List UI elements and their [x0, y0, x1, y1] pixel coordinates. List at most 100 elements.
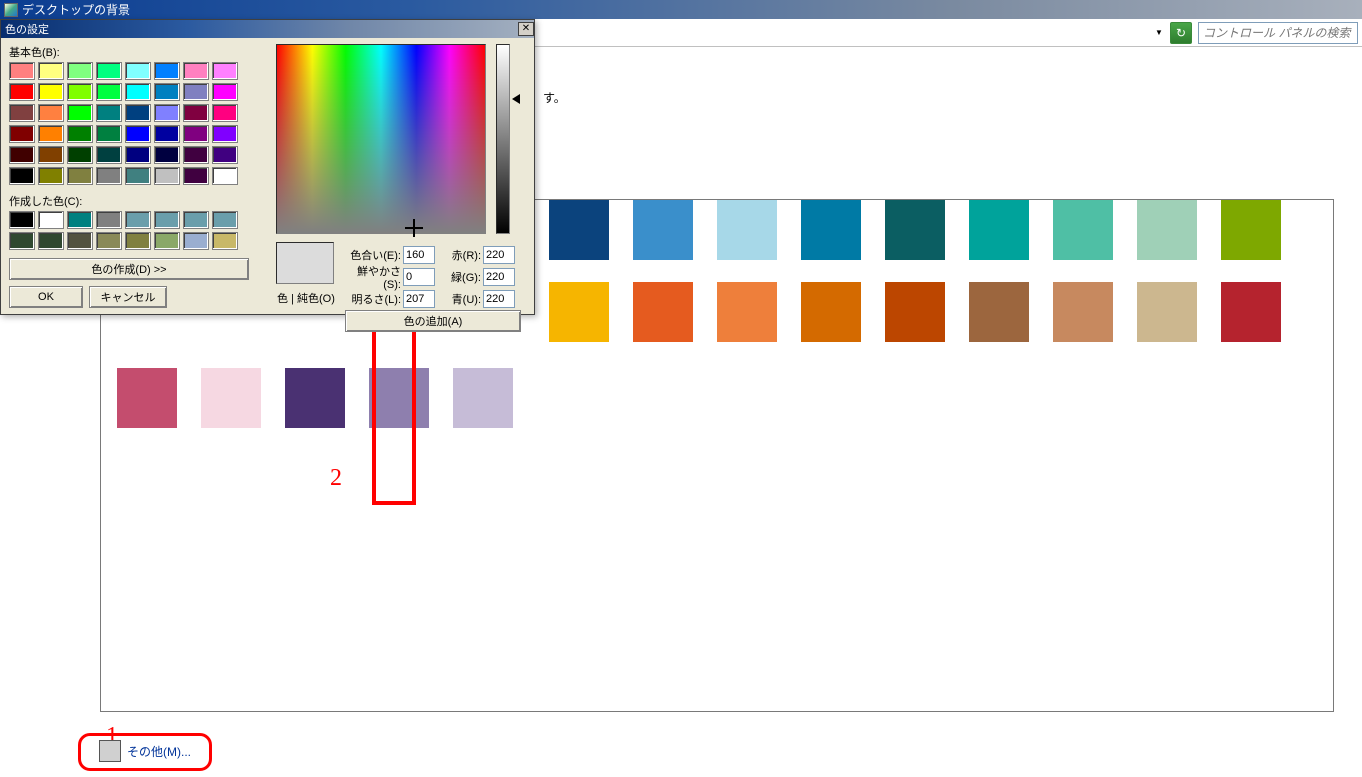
- basic-color-swatch[interactable]: [96, 104, 122, 122]
- custom-color-swatch[interactable]: [96, 232, 122, 250]
- basic-color-swatch[interactable]: [96, 83, 122, 101]
- custom-color-swatch[interactable]: [183, 232, 209, 250]
- custom-color-swatch[interactable]: [125, 232, 151, 250]
- palette-swatch[interactable]: [285, 368, 345, 428]
- basic-color-swatch[interactable]: [67, 62, 93, 80]
- basic-color-swatch[interactable]: [183, 62, 209, 80]
- lum-input[interactable]: [403, 290, 435, 308]
- basic-color-swatch[interactable]: [67, 146, 93, 164]
- custom-color-swatch[interactable]: [9, 211, 35, 229]
- basic-color-swatch[interactable]: [9, 125, 35, 143]
- luminance-slider[interactable]: [496, 44, 510, 234]
- close-button[interactable]: ✕: [518, 22, 534, 36]
- basic-color-swatch[interactable]: [125, 125, 151, 143]
- sat-input[interactable]: [403, 268, 435, 286]
- blue-input[interactable]: [483, 290, 515, 308]
- palette-swatch[interactable]: [801, 282, 861, 342]
- basic-color-swatch[interactable]: [9, 104, 35, 122]
- basic-color-swatch[interactable]: [96, 167, 122, 185]
- palette-swatch[interactable]: [117, 368, 177, 428]
- basic-color-swatch[interactable]: [9, 62, 35, 80]
- palette-swatch[interactable]: [453, 368, 513, 428]
- custom-color-swatch[interactable]: [38, 211, 64, 229]
- basic-color-swatch[interactable]: [125, 167, 151, 185]
- basic-color-swatch[interactable]: [183, 167, 209, 185]
- palette-swatch[interactable]: [969, 200, 1029, 260]
- hue-input[interactable]: [403, 246, 435, 264]
- custom-color-swatch[interactable]: [96, 211, 122, 229]
- basic-color-swatch[interactable]: [125, 146, 151, 164]
- basic-color-swatch[interactable]: [154, 146, 180, 164]
- palette-swatch[interactable]: [1221, 282, 1281, 342]
- add-color-button[interactable]: 色の追加(A): [345, 310, 521, 332]
- palette-swatch[interactable]: [1053, 200, 1113, 260]
- basic-color-swatch[interactable]: [212, 83, 238, 101]
- basic-color-swatch[interactable]: [154, 83, 180, 101]
- basic-color-swatch[interactable]: [38, 104, 64, 122]
- basic-color-swatch[interactable]: [183, 125, 209, 143]
- basic-color-swatch[interactable]: [38, 146, 64, 164]
- basic-color-swatch[interactable]: [67, 83, 93, 101]
- basic-color-swatch[interactable]: [125, 104, 151, 122]
- custom-color-swatch[interactable]: [67, 211, 93, 229]
- basic-color-swatch[interactable]: [154, 62, 180, 80]
- palette-swatch[interactable]: [1053, 282, 1113, 342]
- ok-button[interactable]: OK: [9, 286, 83, 308]
- palette-swatch[interactable]: [717, 282, 777, 342]
- basic-color-swatch[interactable]: [183, 104, 209, 122]
- palette-swatch[interactable]: [369, 368, 429, 428]
- custom-color-swatch[interactable]: [154, 211, 180, 229]
- palette-swatch[interactable]: [633, 282, 693, 342]
- basic-color-swatch[interactable]: [183, 83, 209, 101]
- basic-color-swatch[interactable]: [38, 125, 64, 143]
- basic-color-swatch[interactable]: [96, 125, 122, 143]
- basic-color-swatch[interactable]: [154, 104, 180, 122]
- search-input[interactable]: [1198, 22, 1358, 44]
- palette-swatch[interactable]: [885, 282, 945, 342]
- basic-color-swatch[interactable]: [212, 125, 238, 143]
- red-input[interactable]: [483, 246, 515, 264]
- basic-color-swatch[interactable]: [9, 167, 35, 185]
- basic-color-swatch[interactable]: [125, 83, 151, 101]
- basic-color-swatch[interactable]: [212, 167, 238, 185]
- luminance-arrow-icon[interactable]: [512, 94, 520, 104]
- palette-swatch[interactable]: [549, 200, 609, 260]
- basic-color-swatch[interactable]: [38, 167, 64, 185]
- define-colors-button[interactable]: 色の作成(D) >>: [9, 258, 249, 280]
- basic-color-swatch[interactable]: [212, 62, 238, 80]
- palette-swatch[interactable]: [801, 200, 861, 260]
- custom-color-swatch[interactable]: [67, 232, 93, 250]
- basic-color-swatch[interactable]: [212, 104, 238, 122]
- custom-color-swatch[interactable]: [212, 232, 238, 250]
- palette-swatch[interactable]: [1221, 200, 1281, 260]
- other-color-button[interactable]: その他(M)...: [78, 733, 212, 771]
- basic-color-swatch[interactable]: [212, 146, 238, 164]
- basic-color-swatch[interactable]: [67, 125, 93, 143]
- basic-color-swatch[interactable]: [96, 146, 122, 164]
- palette-swatch[interactable]: [201, 368, 261, 428]
- palette-swatch[interactable]: [969, 282, 1029, 342]
- basic-color-swatch[interactable]: [9, 146, 35, 164]
- custom-color-swatch[interactable]: [154, 232, 180, 250]
- basic-color-swatch[interactable]: [154, 167, 180, 185]
- basic-color-swatch[interactable]: [38, 83, 64, 101]
- color-gradient[interactable]: [276, 44, 486, 234]
- cancel-button[interactable]: キャンセル: [89, 286, 167, 308]
- custom-color-swatch[interactable]: [212, 211, 238, 229]
- basic-color-swatch[interactable]: [96, 62, 122, 80]
- refresh-button[interactable]: ↻: [1170, 22, 1192, 44]
- basic-color-swatch[interactable]: [67, 104, 93, 122]
- custom-color-swatch[interactable]: [38, 232, 64, 250]
- palette-swatch[interactable]: [549, 282, 609, 342]
- basic-color-swatch[interactable]: [38, 62, 64, 80]
- basic-color-swatch[interactable]: [9, 83, 35, 101]
- palette-swatch[interactable]: [717, 200, 777, 260]
- custom-color-swatch[interactable]: [183, 211, 209, 229]
- palette-swatch[interactable]: [1137, 200, 1197, 260]
- palette-swatch[interactable]: [885, 200, 945, 260]
- palette-swatch[interactable]: [1137, 282, 1197, 342]
- breadcrumb-dropdown-icon[interactable]: ▼: [1152, 23, 1166, 43]
- basic-color-swatch[interactable]: [154, 125, 180, 143]
- basic-color-swatch[interactable]: [67, 167, 93, 185]
- basic-color-swatch[interactable]: [125, 62, 151, 80]
